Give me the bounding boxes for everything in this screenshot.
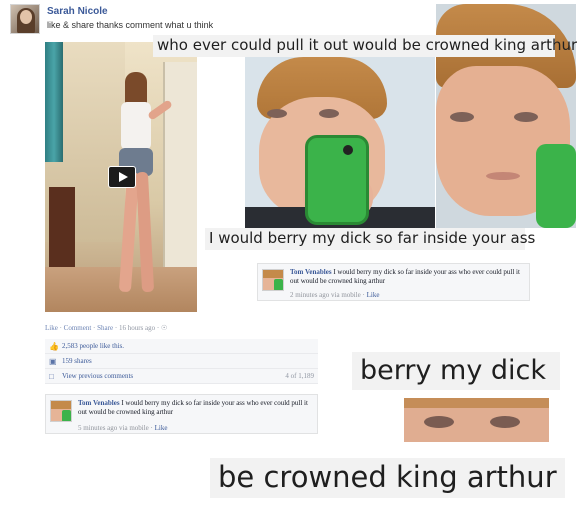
- meme-caption-bottom: be crowned king arthur: [210, 458, 565, 498]
- sep: ·: [93, 324, 96, 332]
- comment-sep: ·: [150, 424, 153, 432]
- selfie-photo: [245, 57, 435, 228]
- person-leg-right: [135, 171, 155, 293]
- commenter-phone: [62, 410, 71, 421]
- comment-like-link[interactable]: Like: [367, 291, 380, 299]
- crop-eye-left: [424, 416, 454, 428]
- comment-meta: 5 minutes ago via mobile · Like: [78, 424, 167, 432]
- comment-like-link[interactable]: Like: [155, 424, 168, 432]
- closeup-mouth: [486, 172, 520, 180]
- photo-eye-left: [267, 109, 287, 118]
- meme-caption-top: who ever could pull it out would be crow…: [153, 35, 577, 57]
- commenter-name[interactable]: Tom Venables: [290, 268, 332, 276]
- like-link[interactable]: Like: [45, 324, 58, 332]
- commenter-avatar[interactable]: [50, 400, 72, 422]
- likes-row[interactable]: 👍 2,583 people like this.: [45, 339, 318, 354]
- comment-meta: 2 minutes ago via mobile · Like: [290, 291, 379, 299]
- likes-count[interactable]: 2,583 people like this.: [62, 342, 124, 350]
- comment-sep: ·: [362, 291, 365, 299]
- post-stats: 👍 2,583 people like this. ▣ 159 shares □…: [45, 339, 318, 384]
- avatar-face: [20, 10, 32, 24]
- comment-card-2: Tom Venables I would berry my dick so fa…: [45, 394, 318, 434]
- share-link[interactable]: Share: [97, 324, 113, 332]
- commenter-hair: [263, 270, 283, 278]
- photo-eye-right: [319, 109, 339, 118]
- video-door: [163, 62, 197, 292]
- share-icon: ▣: [49, 357, 57, 366]
- comment-time: 2 minutes ago via mobile: [290, 291, 361, 299]
- post-time[interactable]: 16 hours ago: [119, 324, 155, 332]
- commenter-name[interactable]: Tom Venables: [78, 399, 120, 407]
- comment-body: Tom Venables I would berry my dick so fa…: [78, 399, 310, 417]
- poster-avatar[interactable]: [10, 4, 40, 34]
- commenter-phone: [274, 279, 283, 290]
- thumbs-up-icon: 👍: [49, 342, 59, 351]
- closeup-eye-right: [514, 112, 538, 122]
- sep: ·: [156, 324, 160, 332]
- comment-icon: □: [49, 372, 54, 381]
- commenter-avatar[interactable]: [262, 269, 284, 291]
- play-icon[interactable]: [108, 166, 136, 188]
- sep: ·: [59, 324, 62, 332]
- comment-body: Tom Venables I would berry my dick so fa…: [290, 268, 522, 286]
- comment-link[interactable]: Comment: [64, 324, 92, 332]
- view-previous-row[interactable]: □ View previous comments 4 of 1,189: [45, 369, 318, 384]
- eyes-crop-photo: [404, 398, 549, 442]
- photo-phone: [305, 135, 369, 225]
- shares-count[interactable]: 159 shares: [62, 357, 92, 365]
- meme-caption-berry: berry my dick: [352, 352, 560, 390]
- poster-name[interactable]: Sarah Nicole: [47, 6, 108, 17]
- person-top: [121, 102, 151, 150]
- crop-brow: [404, 398, 549, 408]
- post-actions: Like · Comment · Share · 16 hours ago · …: [45, 324, 167, 332]
- closeup-eye-left: [450, 112, 474, 122]
- comment-time: 5 minutes ago via mobile: [78, 424, 149, 432]
- commenter-hair: [51, 401, 71, 409]
- post-text: like & share thanks comment what u think: [47, 20, 214, 30]
- video-curtain: [45, 42, 63, 162]
- comment-count: 4 of 1,189: [285, 372, 314, 380]
- photo-phone-camera: [343, 145, 353, 155]
- crop-eye-right: [490, 416, 520, 428]
- sep: ·: [114, 324, 118, 332]
- globe-icon: ☉: [160, 324, 168, 332]
- closeup-phone: [536, 144, 576, 228]
- comment-card-1: Tom Venables I would berry my dick so fa…: [257, 263, 530, 301]
- shares-row[interactable]: ▣ 159 shares: [45, 354, 318, 369]
- view-previous-link[interactable]: View previous comments: [62, 372, 133, 380]
- meme-caption-mid: I would berry my dick so far inside your…: [205, 228, 535, 250]
